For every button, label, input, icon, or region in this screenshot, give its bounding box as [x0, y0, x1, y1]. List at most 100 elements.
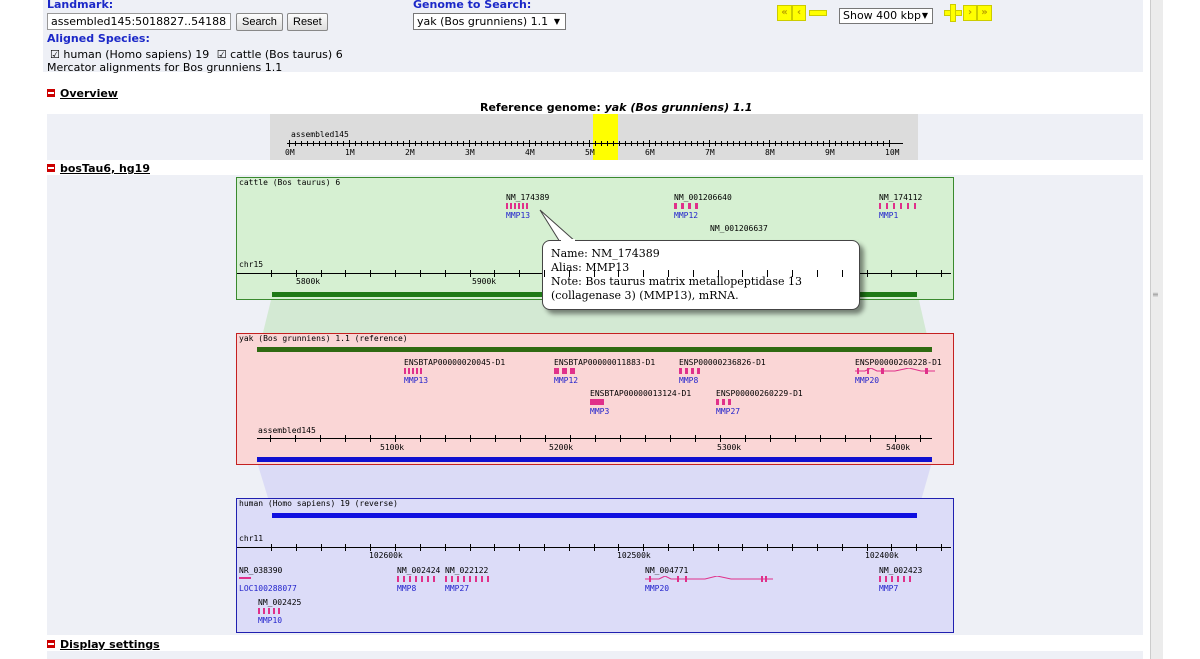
yak-alignment-bar: [257, 457, 932, 462]
zoom-in-button[interactable]: [944, 4, 962, 22]
yak-gene-4[interactable]: ENSP00000260228-D1 MMP20: [855, 358, 942, 385]
reference-genome-prefix: Reference genome:: [480, 101, 605, 114]
ruler-tick: [745, 141, 746, 146]
ruler-tick: [619, 141, 620, 146]
ruler-tick: [679, 141, 680, 146]
ruler-tick: [649, 140, 650, 147]
human-alignment-bar: [272, 513, 917, 518]
landmark-label: Landmark:: [47, 0, 114, 11]
ruler-tick: [313, 141, 314, 146]
ruler-tick: [547, 141, 548, 146]
ruler-tick: [595, 141, 596, 146]
ruler-tick: [499, 141, 500, 146]
gene-name: NM_002424: [397, 566, 441, 575]
ruler-tick: [817, 141, 818, 146]
zoom-select-value: Show 400 kbp: [843, 9, 922, 22]
ruler-tick: [271, 544, 272, 551]
yak-gene-6[interactable]: ENSP00000260229-D1 MMP27: [716, 389, 803, 416]
scrollbar-grip[interactable]: ≡: [1152, 291, 1160, 303]
overview-highlight[interactable]: [593, 114, 618, 160]
gene-glyph: [716, 399, 734, 405]
yak-gene-3[interactable]: ENSP00000236826-D1 MMP8: [679, 358, 766, 385]
ruler-tick: [420, 544, 421, 551]
yak-gene-1[interactable]: ENSBTAP00000020045-D1 MMP13: [404, 358, 505, 385]
vertical-scrollbar[interactable]: [1150, 0, 1163, 659]
human-gene-2[interactable]: NM_002425 MMP10: [258, 598, 301, 625]
ruler-tick: [421, 141, 422, 146]
gene-alias: MMP3: [590, 407, 610, 416]
human-track-panel[interactable]: [236, 498, 954, 633]
species-checkbox-human[interactable]: ☑: [50, 48, 60, 61]
ruler-tick: [367, 141, 368, 146]
ruler-tick: [451, 141, 452, 146]
human-gene-1[interactable]: NR_038390 LOC100288077: [239, 566, 297, 593]
cattle-gene-3[interactable]: NM_001206637: [710, 224, 768, 233]
pan-left-far-button[interactable]: «: [777, 5, 792, 21]
search-button[interactable]: Search: [236, 13, 283, 31]
ruler-tick: [403, 141, 404, 146]
pan-right-button[interactable]: ›: [963, 5, 977, 21]
yak-tick-label: 5100k: [380, 443, 405, 452]
gene-alias: LOC100288077: [239, 584, 297, 593]
ruler-tick: [385, 141, 386, 146]
ruler-tick: [505, 141, 506, 146]
ruler-tick: [709, 140, 710, 147]
yak-gene-5[interactable]: ENSBTAP00000013124-D1 MMP3: [590, 389, 691, 416]
ruler-tick: [799, 141, 800, 146]
cattle-gene-2[interactable]: NM_001206640 MMP12: [674, 193, 732, 220]
display-settings-toggle[interactable]: Display settings: [47, 638, 160, 651]
collapse-icon: [47, 164, 55, 172]
ruler-tick: [337, 141, 338, 146]
ruler-tick: [511, 141, 512, 146]
gene-alias: MMP20: [855, 376, 880, 385]
ruler-tick: [570, 435, 571, 442]
gene-glyph: [258, 608, 280, 614]
tracks-toggle[interactable]: bosTau6, hg19: [47, 162, 150, 175]
pan-right-far-button[interactable]: »: [977, 5, 992, 21]
zoom-out-button[interactable]: [809, 7, 827, 16]
human-gene-4[interactable]: NM_022122 MMP27: [445, 566, 489, 593]
ruler-tick: [763, 141, 764, 146]
gene-glyph: [239, 577, 251, 579]
ruler-tick: [517, 141, 518, 146]
ruler-tick: [379, 141, 380, 146]
gene-glyph: [445, 576, 489, 582]
species-checkbox-cattle[interactable]: ☑: [217, 48, 227, 61]
ruler-tick: [355, 141, 356, 146]
cattle-gene-4[interactable]: NM_174112 MMP1: [879, 193, 922, 220]
yak-gene-2[interactable]: ENSBTAP00000011883-D1 MMP12: [554, 358, 655, 385]
ruler-tick: [523, 141, 524, 146]
ruler-tick: [941, 544, 942, 551]
overview-toggle[interactable]: Overview: [47, 87, 118, 100]
ruler-tick: [320, 435, 321, 442]
ruler-tick: [767, 270, 768, 277]
pan-left-button[interactable]: ‹: [792, 5, 806, 21]
zoom-select[interactable]: Show 400 kbp ▼: [839, 8, 933, 24]
reset-button[interactable]: Reset: [287, 13, 328, 31]
genome-select[interactable]: yak (Bos grunniens) 1.1 ▼: [413, 13, 566, 30]
human-tick-label: 102600k: [369, 551, 403, 560]
landmark-input[interactable]: [47, 13, 231, 30]
overview-tick-label: 8M: [765, 148, 775, 157]
overview-tick-label: 1M: [345, 148, 355, 157]
human-gene-6[interactable]: NM_002423 MMP7: [879, 566, 922, 593]
display-settings-title: Display settings: [60, 638, 160, 651]
overview-tick-label: 2M: [405, 148, 415, 157]
chevron-down-icon: ▼: [921, 11, 928, 20]
cattle-chrom-label: chr15: [239, 260, 264, 269]
gene-name: ENSP00000260228-D1: [855, 358, 942, 367]
ruler-tick: [661, 141, 662, 146]
ruler-tick: [739, 141, 740, 146]
gene-glyph: [397, 576, 435, 582]
human-gene-5[interactable]: NM_004771 MMP20: [645, 566, 773, 593]
human-gene-3[interactable]: NM_002424 MMP8: [397, 566, 440, 593]
ruler-tick: [433, 141, 434, 146]
ruler-tick: [668, 270, 669, 277]
settings-strip: [47, 651, 1143, 659]
ruler-tick: [718, 270, 719, 277]
ruler-tick: [271, 270, 272, 277]
ruler-tick: [883, 141, 884, 146]
ruler-tick: [470, 544, 471, 551]
human-track-title: human (Homo sapiens) 19 (reverse): [239, 499, 398, 508]
gene-glyph: [855, 368, 935, 374]
